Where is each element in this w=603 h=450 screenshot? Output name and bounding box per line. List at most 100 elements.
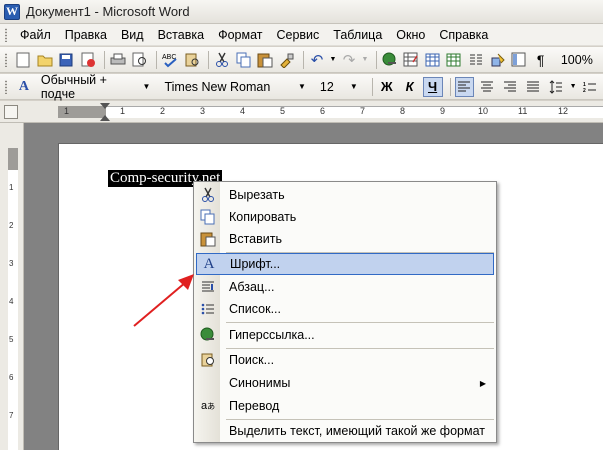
dropdown-arrow-icon[interactable]: ▼ bbox=[361, 50, 368, 70]
context-item-hyperlink[interactable]: Гиперссылка... bbox=[196, 324, 494, 346]
ruler-number: 8 bbox=[400, 106, 406, 116]
formatting-toolbar: A Обычный + подче ▼ Times New Roman ▼ 12… bbox=[0, 73, 603, 101]
print-icon[interactable] bbox=[109, 50, 128, 70]
word-logo-icon: W bbox=[4, 3, 20, 20]
zoom-value: 100% bbox=[560, 52, 593, 67]
align-center-icon[interactable] bbox=[477, 77, 497, 97]
context-item-label: Выделить текст, имеющий такой же формат bbox=[229, 424, 485, 438]
underline-button[interactable]: Ч bbox=[422, 76, 443, 97]
undo-icon[interactable]: ↶ bbox=[308, 50, 327, 70]
ruler-number: 4 bbox=[9, 297, 14, 306]
window-title: Документ1 - Microsoft Word bbox=[26, 4, 190, 19]
document-map-icon[interactable] bbox=[510, 50, 529, 70]
standard-toolbar: ABC ↶ ▼ ↷ ▼ ¶ 100% bbox=[0, 47, 603, 73]
context-item-copy[interactable]: Копировать bbox=[196, 206, 494, 228]
style-value: Обычный + подче bbox=[40, 72, 107, 101]
horizontal-ruler[interactable]: 1 1 2 3 4 5 6 7 8 9 10 11 12 bbox=[0, 101, 603, 123]
context-item-font[interactable]: A Шрифт... bbox=[196, 253, 494, 275]
menu-edit[interactable]: Правка bbox=[59, 26, 113, 44]
menu-file[interactable]: Файл bbox=[14, 26, 57, 44]
list-icon bbox=[196, 302, 220, 316]
hanging-indent-icon[interactable] bbox=[100, 115, 110, 121]
permission-icon[interactable] bbox=[78, 50, 97, 70]
toolbar-separator bbox=[375, 50, 377, 69]
columns-icon[interactable] bbox=[467, 50, 486, 70]
svg-text:2: 2 bbox=[583, 88, 586, 93]
open-folder-icon[interactable] bbox=[35, 50, 54, 70]
search-icon bbox=[196, 352, 220, 368]
context-item-translate[interactable]: aあ Перевод bbox=[196, 395, 494, 417]
toolbar-grip[interactable] bbox=[4, 52, 8, 67]
menu-format[interactable]: Формат bbox=[212, 26, 268, 44]
tables-borders-icon[interactable] bbox=[402, 50, 421, 70]
ruler-number: 2 bbox=[9, 221, 14, 230]
justify-icon[interactable] bbox=[523, 77, 543, 97]
context-item-paste[interactable]: Вставить bbox=[196, 228, 494, 250]
insert-excel-icon[interactable] bbox=[445, 50, 464, 70]
paste-icon[interactable] bbox=[256, 50, 275, 70]
toolbar-separator bbox=[155, 50, 157, 69]
ruler-number: 2 bbox=[160, 106, 166, 116]
menu-insert[interactable]: Вставка bbox=[152, 26, 210, 44]
menu-view[interactable]: Вид bbox=[115, 26, 150, 44]
context-item-label: Перевод bbox=[229, 399, 280, 413]
ruler-number: 1 bbox=[120, 106, 126, 116]
ruler-number: 10 bbox=[478, 106, 489, 116]
font-size-dropdown[interactable]: 12 ▼ bbox=[316, 77, 362, 97]
align-left-icon[interactable] bbox=[454, 76, 475, 97]
new-document-icon[interactable] bbox=[14, 50, 33, 70]
font-value: Times New Roman bbox=[164, 79, 271, 94]
line-spacing-icon[interactable] bbox=[546, 77, 566, 97]
dropdown-arrow-icon[interactable]: ▼ bbox=[569, 77, 577, 97]
italic-button[interactable]: К bbox=[400, 77, 420, 97]
styles-formatting-icon[interactable]: A bbox=[14, 77, 34, 97]
zoom-dropdown[interactable]: 100% bbox=[557, 50, 597, 70]
toolbar-grip[interactable] bbox=[4, 79, 8, 94]
style-dropdown[interactable]: Обычный + подче ▼ bbox=[37, 73, 155, 101]
copy-icon[interactable] bbox=[234, 50, 253, 70]
menu-table[interactable]: Таблица bbox=[327, 26, 388, 44]
menu-window[interactable]: Окно bbox=[390, 26, 431, 44]
context-item-paragraph[interactable]: Абзац... bbox=[196, 276, 494, 298]
toolbar-separator bbox=[371, 77, 373, 96]
research-icon[interactable] bbox=[182, 50, 201, 70]
context-item-label: Синонимы bbox=[229, 376, 291, 390]
menu-help[interactable]: Справка bbox=[433, 26, 494, 44]
hyperlink-icon bbox=[196, 327, 220, 343]
context-item-label: Абзац... bbox=[229, 280, 275, 294]
redo-icon[interactable]: ↷ bbox=[340, 50, 359, 70]
vertical-ruler[interactable]: 1 2 3 4 5 6 7 bbox=[0, 123, 24, 450]
dropdown-arrow-icon[interactable]: ▼ bbox=[329, 50, 337, 70]
ruler-number: 9 bbox=[440, 106, 446, 116]
ruler-number: 3 bbox=[9, 259, 14, 268]
insert-table-icon[interactable] bbox=[424, 50, 443, 70]
context-item-synonyms[interactable]: Синонимы ▶ bbox=[196, 372, 494, 394]
cut-icon[interactable] bbox=[213, 50, 232, 70]
context-item-cut[interactable]: Вырезать bbox=[196, 184, 494, 206]
ruler-number: 11 bbox=[518, 106, 528, 116]
format-painter-icon[interactable] bbox=[277, 50, 296, 70]
menu-tools[interactable]: Сервис bbox=[270, 26, 325, 44]
drawing-icon[interactable] bbox=[488, 50, 507, 70]
first-line-indent-icon[interactable] bbox=[100, 103, 110, 109]
numbering-icon[interactable]: 12 bbox=[580, 77, 600, 97]
insert-hyperlink-icon[interactable] bbox=[381, 50, 400, 70]
font-dropdown[interactable]: Times New Roman ▼ bbox=[160, 77, 309, 97]
context-item-search[interactable]: Поиск... bbox=[196, 349, 494, 371]
tab-selector-icon[interactable] bbox=[4, 105, 18, 119]
menu-separator bbox=[226, 322, 494, 323]
ruler-number: 6 bbox=[320, 106, 326, 116]
ruler-margin bbox=[8, 148, 18, 170]
save-icon[interactable] bbox=[57, 50, 76, 70]
context-menu: Вырезать Копировать Вставить A Шрифт... … bbox=[193, 181, 497, 443]
spelling-icon[interactable]: ABC bbox=[161, 50, 180, 70]
bold-button[interactable]: Ж bbox=[377, 77, 397, 97]
context-item-select-same-format[interactable]: Выделить текст, имеющий такой же формат bbox=[196, 420, 494, 442]
toolbar-grip[interactable] bbox=[4, 27, 8, 42]
show-hide-paragraph-icon[interactable]: ¶ bbox=[531, 50, 550, 70]
ruler-number: 12 bbox=[558, 106, 569, 116]
print-preview-icon[interactable] bbox=[130, 50, 149, 70]
submenu-arrow-icon: ▶ bbox=[479, 378, 486, 388]
align-right-icon[interactable] bbox=[500, 77, 520, 97]
context-item-list[interactable]: Список... bbox=[196, 298, 494, 320]
